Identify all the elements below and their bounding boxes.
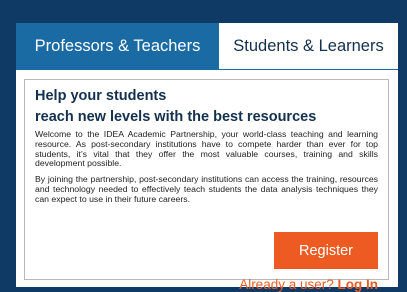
tab-professors-teachers[interactable]: Professors & Teachers: [16, 23, 219, 69]
tab-students-learners[interactable]: Students & Learners: [219, 23, 398, 69]
content-subheading: reach new levels with the best resources: [35, 109, 317, 125]
intro-paragraph: Welcome to the IDEA Academic Partnership…: [35, 129, 378, 169]
partnership-panel: Professors & Teachers Students & Learner…: [16, 23, 398, 292]
benefits-paragraph: By joining the partnership, post-seconda…: [35, 174, 378, 204]
audience-tabs: Professors & Teachers Students & Learner…: [16, 23, 398, 70]
register-button[interactable]: Register: [274, 232, 378, 269]
content-heading: Help your students: [35, 88, 167, 104]
tab-content: Help your students reach new levels with…: [24, 79, 389, 292]
